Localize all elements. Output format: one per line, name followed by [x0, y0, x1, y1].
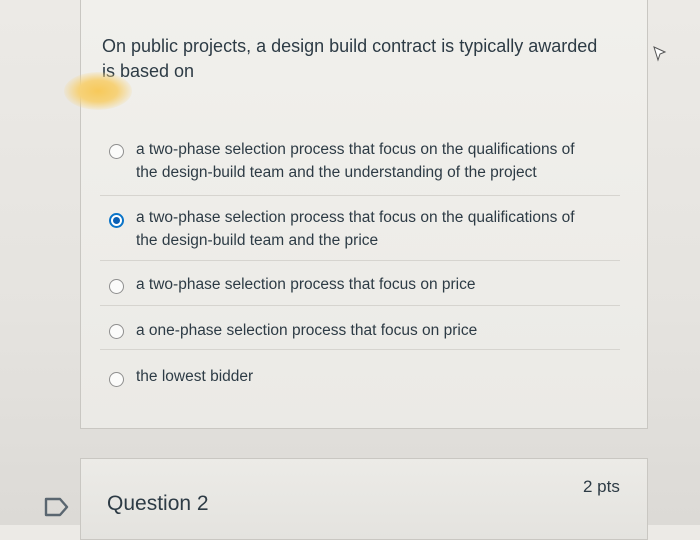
question-text-line-1: On public projects, a design build contr…	[102, 36, 598, 56]
radio-button-4[interactable]	[109, 324, 124, 339]
radio-button-1[interactable]	[109, 144, 124, 159]
answer-option-2[interactable]: a two-phase selection process that focus…	[100, 195, 620, 261]
question-2-title: Question 2	[107, 492, 209, 515]
answer-option-label-4: a one-phase selection process that focus…	[136, 322, 478, 339]
answer-option-1[interactable]: a two-phase selection process that focus…	[100, 133, 620, 195]
radio-button-5[interactable]	[109, 372, 124, 387]
radio-button-3[interactable]	[109, 279, 124, 294]
answer-option-label-2: a two-phase selection process that focus…	[136, 209, 575, 249]
answer-option-label-3: a two-phase selection process that focus…	[136, 276, 476, 293]
light-glare	[64, 72, 132, 110]
answer-option-label-1: a two-phase selection process that focus…	[136, 141, 575, 181]
question-text-line-2: is based on	[102, 61, 195, 81]
question-points: 2 pts	[583, 477, 620, 496]
radio-button-2-selected[interactable]	[109, 213, 124, 228]
answer-option-5[interactable]: the lowest bidder	[100, 349, 620, 398]
mouse-cursor-icon	[653, 46, 667, 62]
flag-icon[interactable]	[44, 497, 70, 517]
answer-option-3[interactable]: a two-phase selection process that focus…	[100, 260, 620, 306]
answer-option-4[interactable]: a one-phase selection process that focus…	[100, 305, 620, 350]
question-text: On public projects, a design build contr…	[102, 34, 622, 84]
answer-option-label-5: the lowest bidder	[136, 368, 254, 385]
